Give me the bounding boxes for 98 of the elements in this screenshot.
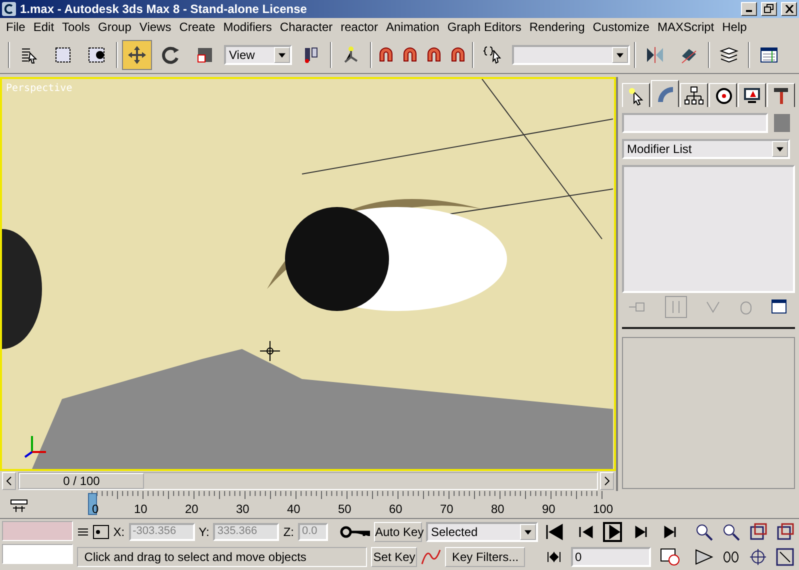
auto-key-button[interactable]: Auto Key <box>374 522 422 542</box>
magnifier-icon <box>694 522 714 542</box>
time-configuration-button[interactable] <box>658 546 682 568</box>
triangle-icon <box>694 547 714 567</box>
time-slider-thumb[interactable]: 0 / 100 <box>19 473 144 489</box>
maxscript-input-field[interactable] <box>2 544 74 564</box>
panel-tab[interactable] <box>738 83 766 107</box>
coordinate-label: X: <box>113 525 125 539</box>
restore-button[interactable] <box>761 2 777 16</box>
frame-number: 60 <box>389 502 402 516</box>
restore-icon <box>764 4 774 14</box>
spreadsheet-icon <box>759 44 779 65</box>
go-to-start-icon <box>544 522 564 542</box>
tangent-curve-icon[interactable] <box>421 548 442 566</box>
curve-icon <box>655 84 675 104</box>
menu-item[interactable]: Character <box>276 20 337 34</box>
app-logo-icon <box>2 2 16 16</box>
frame-number: 30 <box>236 502 250 516</box>
menu-item[interactable]: Views <box>135 20 176 34</box>
menu-item[interactable]: Animation <box>382 20 444 34</box>
reference-coord-dropdown[interactable]: View <box>224 44 292 65</box>
hammer-icon <box>771 86 791 106</box>
absolute-mode-icon[interactable] <box>93 525 110 539</box>
magnifier-icon <box>721 522 741 542</box>
move-button[interactable] <box>122 40 152 70</box>
viewport-label: Perspective <box>6 83 72 94</box>
frame-number: 10 <box>134 502 148 516</box>
coordinate-label: Y: <box>198 525 210 539</box>
next-frame-button[interactable] <box>600 472 614 490</box>
menu-item[interactable]: MAXScript <box>653 20 718 34</box>
menu-item[interactable]: File <box>2 20 30 34</box>
menu-item[interactable]: Help <box>718 20 751 34</box>
chevron-left-icon <box>6 476 12 486</box>
menu-item[interactable]: Graph Editors <box>443 20 526 34</box>
menu-item[interactable]: Create <box>175 20 220 34</box>
frame-number: 50 <box>338 502 352 516</box>
window-title: 1.max - Autodesk 3ds Max 8 - Stand-alone License <box>20 2 308 16</box>
frame-number: 40 <box>287 502 300 516</box>
frame-number: 70 <box>440 502 454 516</box>
monitor-icon <box>742 86 762 106</box>
menu-item[interactable]: reactor <box>336 20 382 34</box>
object-color-swatch[interactable] <box>774 114 790 132</box>
chevron-right-icon <box>604 476 610 486</box>
key-mode-dropdown[interactable]: Selected <box>426 522 538 542</box>
panel-tab[interactable] <box>622 83 650 107</box>
key-icon[interactable] <box>340 525 370 539</box>
crosshair-cursor-icon <box>260 341 280 361</box>
hierarchy-icon <box>684 86 704 106</box>
lock-selection-icon[interactable] <box>77 526 90 538</box>
frame-number: 100 <box>593 502 614 516</box>
current-frame-field[interactable]: 0 <box>571 547 651 567</box>
braces-cursor-icon <box>483 44 503 65</box>
wheel-icon <box>713 86 733 106</box>
time-slider-track[interactable]: 0 / 100 <box>18 472 598 490</box>
minimize-icon <box>746 10 752 12</box>
menu-item[interactable]: Group <box>94 20 136 34</box>
play-icon <box>602 522 622 542</box>
configure-sets-icon[interactable] <box>771 299 790 315</box>
set-key-button[interactable]: Set Key <box>371 547 418 567</box>
cursor-star-icon <box>626 86 646 106</box>
track-bar[interactable]: 0 10 20 30 40 50 60 70 80 90 100 <box>40 491 620 519</box>
frame-number: 80 <box>491 502 504 516</box>
minimize-button[interactable] <box>741 2 757 16</box>
axis-tripod-icon <box>24 434 46 458</box>
coordinate-label: Z: <box>283 525 294 539</box>
maxscript-listener-field[interactable] <box>2 521 74 541</box>
modifier-list-dropdown[interactable]: Modifier List <box>622 139 790 159</box>
panel-tab[interactable] <box>767 83 795 107</box>
menu-item[interactable]: Modifiers <box>219 20 276 34</box>
panel-tab[interactable] <box>651 80 679 107</box>
key-filters-button[interactable]: Key Filters... <box>445 547 526 567</box>
time-config-icon <box>660 548 680 566</box>
key-mode-icon <box>546 550 562 564</box>
close-button[interactable] <box>781 2 797 16</box>
previous-frame-button[interactable] <box>2 472 16 490</box>
rotate-icon <box>161 44 181 65</box>
frame-number: 20 <box>185 502 198 516</box>
panel-tab[interactable] <box>709 83 737 107</box>
layers-icon <box>719 44 739 65</box>
menu-item[interactable]: Customize <box>588 20 654 34</box>
frame-number: 0 <box>92 502 99 516</box>
move-arrows-icon <box>127 44 147 65</box>
squares-icon <box>748 522 768 542</box>
close-icon <box>784 4 794 13</box>
frame-number: 90 <box>542 502 556 516</box>
squares-icon <box>775 522 795 542</box>
object-name-field[interactable] <box>622 113 768 133</box>
play-button[interactable] <box>600 521 624 543</box>
panel-tab[interactable] <box>680 83 708 107</box>
mirror-icon <box>645 44 665 65</box>
menu-item[interactable]: Rendering <box>525 20 589 34</box>
current-frame-marker[interactable] <box>88 493 97 515</box>
square-diagonal-icon <box>775 547 795 567</box>
menu-item[interactable]: Tools <box>58 20 94 34</box>
status-prompt: Click and drag to select and move objects <box>77 547 368 567</box>
dashed-square-icon <box>53 44 73 65</box>
menu-item[interactable]: Edit <box>29 20 58 34</box>
orbit-icon <box>748 547 768 567</box>
